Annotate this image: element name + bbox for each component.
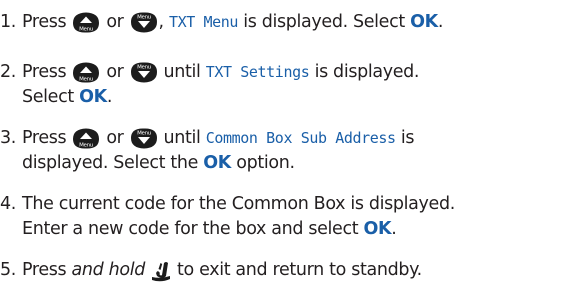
step-text: to exit and return to standby. [177, 260, 422, 280]
step-text: Enter a new code for the box and select [22, 219, 359, 239]
step-text: or [106, 128, 124, 148]
step-5: 5. Press and hold to exit and return to … [0, 258, 562, 283]
step-text: or [106, 62, 124, 82]
step-text: Select [22, 87, 74, 107]
step-number: 1. [0, 12, 16, 32]
svg-text:Menu: Menu [137, 65, 151, 71]
up-menu-key-icon: Menu [71, 11, 101, 34]
step-number: 4. [0, 194, 16, 214]
up-menu-key-icon: Menu [71, 127, 101, 150]
step-1: 1. Press Menu or Menu , TXT Menu is disp… [0, 10, 562, 35]
step-text: The current code for the Common Box is d… [22, 194, 455, 214]
ok-label: OK [203, 153, 232, 173]
step-text: Press [22, 260, 67, 280]
step-number: 2. [0, 62, 16, 82]
end-call-key-icon [149, 259, 173, 283]
display-text: TXT Menu [168, 13, 238, 31]
ok-label: OK [363, 219, 392, 239]
svg-text:Menu: Menu [137, 131, 151, 137]
step-text: option. [236, 153, 295, 173]
svg-text:Menu: Menu [79, 77, 93, 83]
step-text: or [106, 12, 124, 32]
step-text: is displayed. Select [243, 12, 405, 32]
emphasis-text: and hold [71, 260, 146, 280]
instructions-list: 1. Press Menu or Menu , TXT Menu is disp… [0, 0, 562, 297]
step-text: . [391, 219, 397, 239]
step-4: 4. The current code for the Common Box i… [0, 192, 562, 242]
step-text: Press [22, 62, 67, 82]
step-text: is displayed. [314, 62, 420, 82]
step-3: 3. Press Menu or Menu until Common Box S… [0, 126, 562, 176]
svg-text:Menu: Menu [79, 143, 93, 149]
step-2: 2. Press Menu or Menu until TXT Settings… [0, 60, 562, 110]
display-text: Common Box Sub Address [205, 129, 396, 147]
down-menu-key-icon: Menu [129, 11, 159, 34]
down-menu-key-icon: Menu [129, 127, 159, 150]
svg-text:Menu: Menu [137, 15, 151, 21]
svg-text:Menu: Menu [79, 27, 93, 33]
up-menu-key-icon: Menu [71, 61, 101, 84]
ok-label: OK [79, 87, 107, 107]
ok-label: OK [410, 12, 438, 32]
step-text: Press [22, 12, 67, 32]
step-text: . [106, 87, 113, 107]
step-text: Press [22, 128, 67, 148]
step-text: . [437, 12, 444, 32]
step-text: displayed. Select the [22, 153, 199, 173]
display-text: TXT Settings [205, 63, 310, 81]
step-text: is [400, 128, 415, 148]
step-text: until [163, 62, 201, 82]
down-menu-key-icon: Menu [129, 61, 159, 84]
step-number: 3. [0, 128, 16, 148]
step-number: 5. [0, 260, 16, 280]
step-text: until [163, 128, 201, 148]
